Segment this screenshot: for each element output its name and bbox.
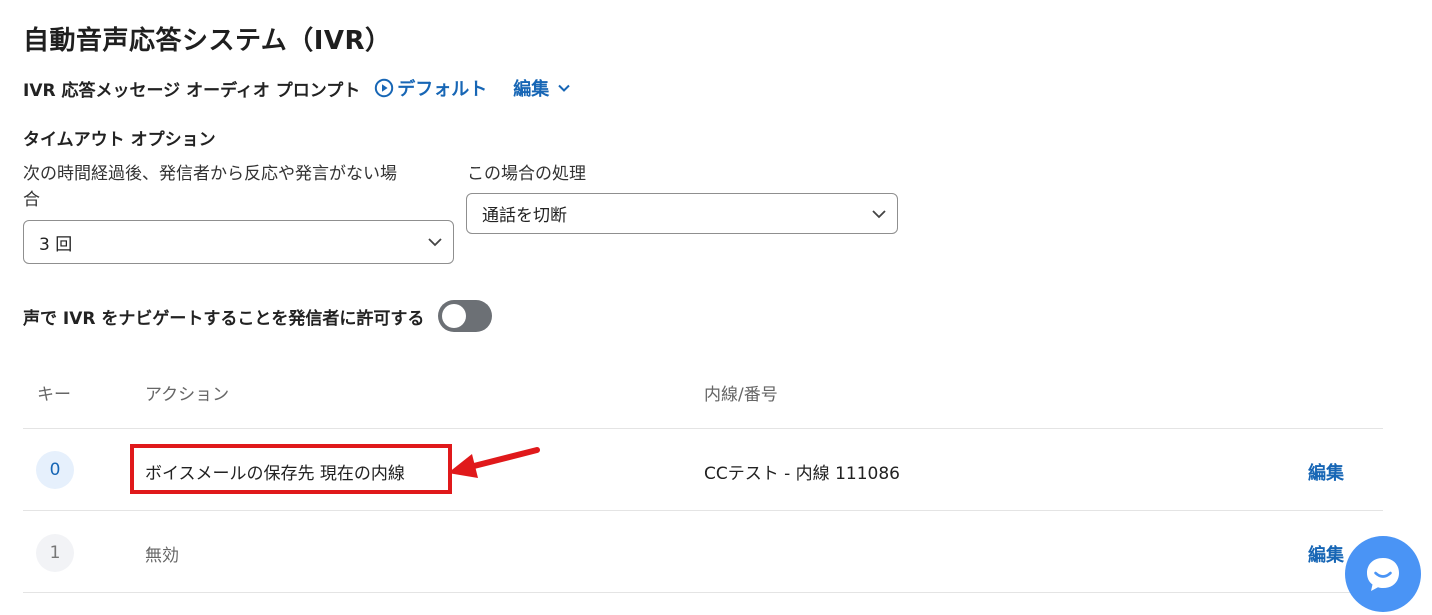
timeout-after-label: 次の時間経過後、発信者から反応や発言がない場 合 <box>23 161 397 213</box>
chevron-down-icon <box>872 209 886 218</box>
edit-prompt-label[interactable]: 編集 <box>513 75 549 101</box>
row-edit-link[interactable]: 編集 <box>1308 459 1344 485</box>
edit-prompt-dropdown[interactable]: 編集 <box>513 75 571 101</box>
annotation-highlight-box <box>130 444 452 494</box>
chat-bubble-icon <box>1367 558 1399 591</box>
chevron-down-icon <box>428 238 442 247</box>
column-header-key: キー <box>37 385 71 405</box>
row-action: 無効 <box>145 546 179 566</box>
audio-prompt-label: IVR 応答メッセージ オーディオ プロンプト <box>23 80 361 101</box>
table-divider <box>23 510 1383 511</box>
key-badge: 0 <box>36 451 74 489</box>
voice-navigation-toggle[interactable] <box>438 300 493 332</box>
timeout-after-label-line2: 合 <box>23 190 40 210</box>
table-divider <box>23 428 1383 429</box>
column-header-extension: 内線/番号 <box>704 385 778 405</box>
timeout-count-value: 3 回 <box>39 234 73 255</box>
timeout-action-select[interactable]: 通話を切断 <box>466 193 898 234</box>
timeout-options-heading: タイムアウト オプション <box>23 130 216 150</box>
timeout-after-label-line1: 次の時間経過後、発信者から反応や発言がない場 <box>23 164 397 184</box>
toggle-knob <box>442 304 467 328</box>
default-link-label[interactable]: デフォルト <box>397 75 487 101</box>
voice-navigation-row: 声で IVR をナビゲートすることを発信者に許可する <box>23 300 493 332</box>
play-circle-icon[interactable] <box>374 78 394 98</box>
row-extension: CCテスト - 内線 111086 <box>704 464 900 484</box>
timeout-action-value: 通話を切断 <box>482 206 567 226</box>
timeout-count-select[interactable]: 3 回 <box>23 220 454 264</box>
chevron-down-icon <box>558 84 571 92</box>
page-title: 自動音声応答システム（IVR） <box>23 26 392 56</box>
row-edit-link[interactable]: 編集 <box>1308 541 1344 567</box>
annotation-arrow-icon <box>448 447 540 478</box>
chat-button[interactable] <box>1345 536 1421 612</box>
column-header-action: アクション <box>145 385 230 405</box>
audio-prompt-row: IVR 応答メッセージ オーディオ プロンプト デフォルト 編集 <box>23 74 571 102</box>
default-prompt-link[interactable]: デフォルト <box>374 75 487 101</box>
voice-navigation-label: 声で IVR をナビゲートすることを発信者に許可する <box>23 308 425 329</box>
table-divider <box>23 592 1383 593</box>
timeout-action-label: この場合の処理 <box>467 164 586 184</box>
key-badge: 1 <box>36 534 74 572</box>
